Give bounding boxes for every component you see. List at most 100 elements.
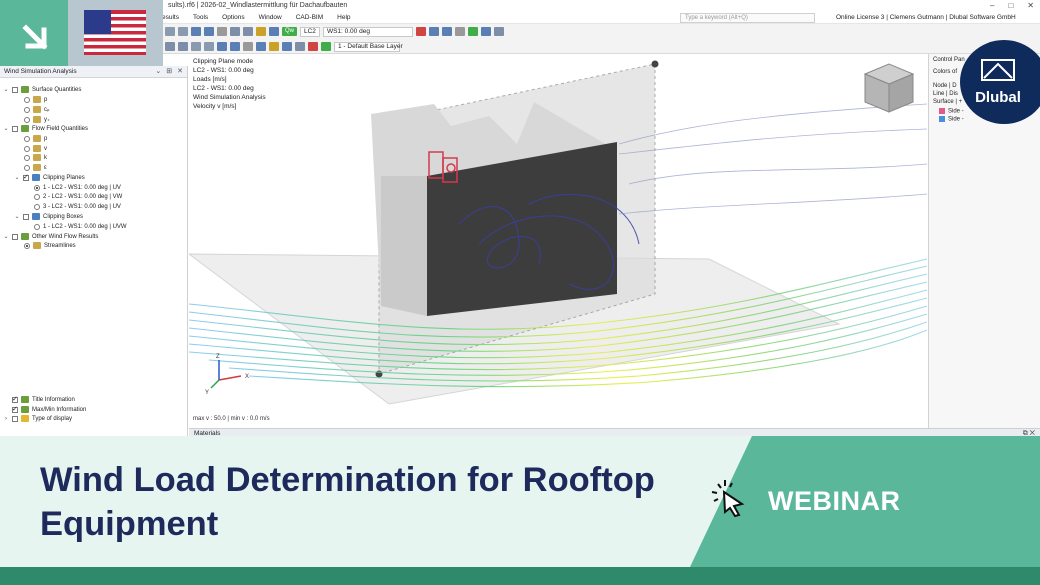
cube-icon[interactable] <box>295 42 305 51</box>
streamline-icon <box>33 242 41 249</box>
check-icon[interactable] <box>467 27 478 36</box>
radio[interactable] <box>34 184 40 191</box>
tree-item[interactable]: p <box>24 95 47 104</box>
tree-item[interactable]: ⌄ Surface Quantities <box>3 85 81 94</box>
chevron-down-icon[interactable]: ⌄ <box>155 67 161 75</box>
tree-item[interactable]: ⌄ Other Wind Flow Results <box>3 232 98 241</box>
load-case-desc-select[interactable]: WS1: 0.00 deg <box>322 26 413 37</box>
checkbox[interactable] <box>12 395 18 403</box>
minimize-button[interactable]: – <box>990 1 994 10</box>
tree-item[interactable]: cₚ <box>24 105 50 114</box>
mirror-icon[interactable] <box>204 42 214 51</box>
radio[interactable] <box>24 116 30 123</box>
radio[interactable] <box>24 96 30 103</box>
tree-item[interactable]: ⌄ Clipping Planes <box>14 173 85 182</box>
tree-item[interactable]: y₊ <box>24 115 50 124</box>
print-icon[interactable] <box>217 27 227 36</box>
search-input[interactable]: Type a keyword (Alt+Q) <box>680 13 815 23</box>
tree-item[interactable]: 2 - LC2 - WS1: 0.00 deg | VW <box>34 192 122 201</box>
select-icon[interactable] <box>165 42 175 51</box>
menu-tools[interactable]: Tools <box>193 14 208 21</box>
display-icon[interactable] <box>454 27 465 36</box>
collapse-icon[interactable]: ⌄ <box>3 233 9 240</box>
checkbox[interactable] <box>12 233 18 240</box>
checkbox[interactable] <box>12 405 18 413</box>
banner-title: Wind Load Determination for Rooftop Equi… <box>40 461 655 543</box>
line-icon[interactable] <box>230 42 240 51</box>
node-icon[interactable] <box>217 42 227 51</box>
checkbox[interactable] <box>12 415 18 422</box>
expand-icon[interactable]: › <box>3 416 9 422</box>
layer-select[interactable]: 1 - Default Base Layer <box>334 41 403 52</box>
load-case-select[interactable]: LC2 <box>300 26 320 37</box>
view-cube[interactable] <box>863 63 915 113</box>
tree-label: p <box>44 135 48 142</box>
tree-label: 2 - LC2 - WS1: 0.00 deg | VW <box>43 193 123 200</box>
tree-item[interactable]: ⌄ Flow Field Quantities <box>3 124 88 133</box>
snap-icon[interactable] <box>269 42 279 51</box>
checkbox[interactable] <box>23 173 29 181</box>
radio[interactable] <box>24 154 30 161</box>
results-icon[interactable] <box>269 27 279 36</box>
zoom-icon[interactable] <box>282 42 292 51</box>
display-option[interactable]: Max/Min Information <box>12 405 86 414</box>
display-option[interactable]: › Type of display <box>3 414 72 423</box>
axis-y-label: Y <box>205 390 209 396</box>
calc-icon[interactable] <box>256 27 266 36</box>
maximize-button[interactable]: □ <box>1008 1 1013 10</box>
radio[interactable] <box>34 203 40 210</box>
tree-item[interactable]: 1 - LC2 - WS1: 0.00 deg | UVW <box>34 222 127 231</box>
delete-icon[interactable] <box>308 42 318 51</box>
table-icon[interactable] <box>230 27 240 36</box>
checkbox[interactable] <box>12 125 18 132</box>
close-icon[interactable]: ✕ <box>177 67 183 75</box>
webinar-tag: WEBINAR <box>768 486 901 516</box>
radio[interactable] <box>24 106 30 113</box>
undo-icon[interactable] <box>165 27 175 36</box>
surface-icon[interactable] <box>428 27 439 36</box>
support-icon[interactable] <box>243 42 253 51</box>
rotate-icon[interactable] <box>191 42 201 51</box>
section-icon[interactable] <box>480 27 491 36</box>
collapse-icon[interactable]: ⌄ <box>14 174 20 181</box>
tree-item[interactable]: ε <box>24 163 47 172</box>
radio[interactable] <box>24 145 30 152</box>
tree-item[interactable]: ⌄ Clipping Boxes <box>14 212 83 221</box>
menu-cad-bim[interactable]: CAD-BIM <box>296 14 323 21</box>
collapse-icon[interactable]: ⌄ <box>14 213 20 220</box>
plane-handle[interactable] <box>651 60 659 68</box>
tree-item[interactable]: Streamlines <box>24 241 76 250</box>
display-option[interactable]: Title Information <box>12 395 75 404</box>
tree-item[interactable]: 1 - LC2 - WS1: 0.00 deg | UV <box>34 183 121 192</box>
checkbox[interactable] <box>12 86 18 93</box>
radio[interactable] <box>24 164 30 171</box>
layer-icon[interactable] <box>321 42 331 51</box>
tree-item[interactable]: p <box>24 134 47 143</box>
collapse-icon[interactable]: ⌄ <box>3 86 9 93</box>
close-button[interactable]: ✕ <box>1027 1 1034 10</box>
solid-icon[interactable] <box>441 27 452 36</box>
checkbox[interactable] <box>23 213 29 220</box>
model-viewport[interactable]: X Z Y Clipping Plane mode LC2 - WS1: 0.0… <box>189 54 927 428</box>
radio[interactable] <box>24 242 30 249</box>
radio[interactable] <box>34 193 40 200</box>
settings-icon[interactable] <box>493 27 504 36</box>
tree-item[interactable]: v <box>24 144 47 153</box>
plane-icon[interactable] <box>256 42 266 51</box>
collapse-icon[interactable]: ⌄ <box>3 125 9 132</box>
menu-window[interactable]: Window <box>259 14 282 21</box>
menu-help[interactable]: Help <box>337 14 350 21</box>
move-icon[interactable] <box>178 42 188 51</box>
tree-item[interactable]: 3 - LC2 - WS1: 0.00 deg | UV <box>34 202 121 211</box>
radio[interactable] <box>24 135 30 142</box>
tree-item[interactable]: k <box>24 153 47 162</box>
member-icon[interactable] <box>415 27 426 36</box>
view-icon[interactable] <box>191 27 201 36</box>
grid-icon[interactable] <box>204 27 214 36</box>
menu-results[interactable]: esults <box>162 14 179 21</box>
redo-icon[interactable] <box>178 27 188 36</box>
report-icon[interactable] <box>243 27 253 36</box>
pin-icon[interactable]: ⊞ <box>166 67 172 75</box>
radio[interactable] <box>34 223 40 230</box>
menu-options[interactable]: Options <box>222 14 244 21</box>
